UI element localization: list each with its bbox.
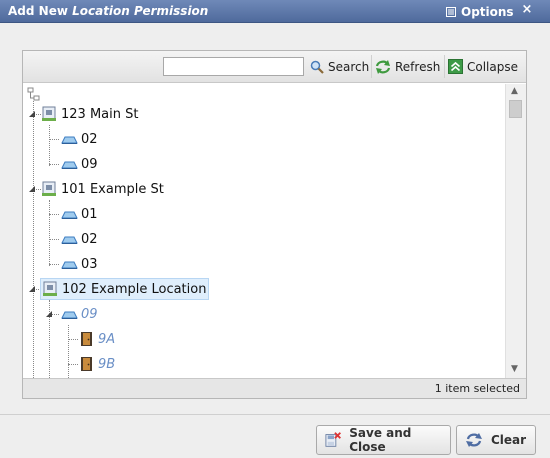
search-icon (310, 60, 324, 74)
floor-icon (61, 236, 78, 244)
tree-node-label: 09 (81, 306, 98, 322)
close-icon: × (521, 2, 533, 17)
save-and-close-button[interactable]: Save and Close (316, 425, 451, 455)
tree-node-label: 02 (81, 231, 98, 247)
vertical-scrollbar[interactable]: ▲ ▼ (505, 84, 526, 378)
expand-toggle-icon[interactable] (45, 310, 53, 318)
door-icon (81, 357, 92, 371)
tree-node-building-selected[interactable]: 102 Example Location (40, 278, 210, 300)
close-button[interactable]: × (519, 2, 535, 20)
scroll-thumb[interactable] (509, 100, 522, 118)
tree-node-floor[interactable]: 02 (61, 228, 98, 250)
tree-node-label: 02 (81, 131, 98, 147)
tree-node-label: 9A (98, 331, 116, 347)
expand-toggle-icon[interactable] (28, 285, 36, 293)
search-button[interactable]: Search (307, 55, 372, 78)
expand-toggle-icon[interactable] (28, 110, 36, 118)
tree-node-floor[interactable]: 09 (61, 303, 98, 325)
tree-node-label: 9B (98, 356, 116, 372)
floor-icon (61, 311, 78, 319)
scroll-up-icon[interactable]: ▲ (511, 86, 518, 96)
refresh-button[interactable]: Refresh (371, 55, 443, 78)
options-icon (446, 6, 456, 17)
tree-node-label: 09 (81, 156, 98, 172)
tree-node-label: 101 Example St (61, 181, 164, 197)
expand-toggle-icon[interactable] (28, 185, 36, 193)
save-and-close-label: Save and Close (349, 426, 412, 454)
search-label: Search (328, 59, 370, 74)
tree-node-floor[interactable]: 01 (61, 203, 98, 225)
floor-icon (61, 211, 78, 219)
tree-root-icon (27, 87, 40, 101)
tree-node-floor[interactable]: 02 (61, 128, 98, 150)
tree-panel: Search Refresh Collapse 123 Main St 02 0… (22, 50, 527, 399)
tree-node-building[interactable]: 123 Main St (41, 103, 138, 125)
window-titlebar: Add New Location Permission Options × (0, 0, 550, 23)
clear-button[interactable]: Clear (456, 425, 536, 455)
collapse-button[interactable]: Collapse (444, 55, 521, 78)
tree-node-floor[interactable]: 09 (61, 153, 98, 175)
tree-node-label: 123 Main St (61, 106, 139, 122)
collapse-label: Collapse (467, 59, 518, 74)
tree-node-label: 01 (81, 206, 98, 222)
building-icon (43, 281, 57, 296)
title-italic: Location Permission (72, 4, 209, 18)
floor-icon (61, 261, 78, 269)
collapse-icon (448, 59, 463, 74)
tree-node-door[interactable]: 9B (79, 353, 115, 375)
clear-refresh-icon (466, 433, 482, 447)
clear-label: Clear (491, 433, 527, 447)
floor-icon (61, 136, 78, 144)
tree-node-building[interactable]: 101 Example St (41, 178, 164, 200)
tree-toolbar: Search Refresh Collapse (23, 51, 526, 83)
tree-node-door[interactable]: 9A (79, 328, 115, 350)
selection-status: 1 item selected (434, 382, 520, 395)
building-icon (42, 106, 56, 121)
tree-node-floor[interactable]: 03 (61, 253, 98, 275)
search-input[interactable] (163, 57, 304, 76)
options-button[interactable]: Options (446, 3, 514, 20)
floor-icon (61, 161, 78, 169)
status-bar: 1 item selected (23, 378, 526, 398)
scroll-down-icon[interactable]: ▼ (511, 364, 518, 374)
title-prefix: Add New (8, 4, 73, 18)
refresh-label: Refresh (395, 59, 441, 74)
door-icon (81, 332, 92, 346)
footer-divider (0, 414, 550, 415)
building-icon (42, 181, 56, 196)
tree-node-label: 03 (81, 256, 98, 272)
tree-node-label: 102 Example Location (62, 281, 207, 297)
window-title: Add New Location Permission (8, 4, 208, 18)
location-tree: 123 Main St 02 09 101 Example St 01 02 0… (23, 84, 505, 378)
refresh-icon (375, 59, 391, 74)
save-icon (325, 432, 341, 447)
options-label: Options (461, 4, 514, 19)
